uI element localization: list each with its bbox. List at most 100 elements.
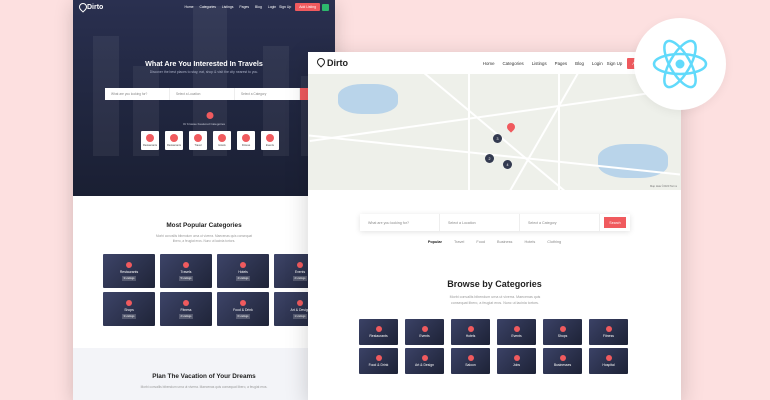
category-tile[interactable]: Hotels 4 Listings (217, 254, 269, 288)
react-logo-badge (634, 18, 726, 110)
map-cluster[interactable]: 2 (485, 154, 494, 163)
location-select[interactable]: Select a Location (170, 88, 235, 100)
tab-popular[interactable]: Popular (428, 240, 442, 244)
popular-subtitle: Morbi convallis bibendum urna ut viverra… (155, 234, 253, 243)
category-tile[interactable]: Hotels (451, 319, 490, 345)
category-tile[interactable]: Shops 3 Listings (103, 292, 155, 326)
map-marker-icon[interactable] (505, 121, 517, 133)
hero-category[interactable]: Travel (189, 131, 207, 150)
category-tile[interactable]: Events (497, 319, 536, 345)
category-icon (297, 299, 303, 306)
hospital-icon (605, 355, 612, 361)
category-tile[interactable]: Art & Design (405, 348, 444, 374)
map-pin-icon (79, 3, 85, 11)
nav-home[interactable]: Home (184, 5, 193, 9)
tab-business[interactable]: Business (497, 240, 512, 244)
map-cluster[interactable]: 3 (493, 134, 502, 143)
nav-blog[interactable]: Blog (575, 61, 584, 66)
browse-subtitle: Morbi convallis bibendum urna ut viverra… (449, 295, 541, 305)
or-text: Or browse Featured Categories (182, 122, 226, 126)
category-icon (183, 299, 189, 306)
category-tabs: Popular Travel Food Business Hotels Clot… (308, 240, 681, 244)
nav-listings[interactable]: Listings (532, 61, 547, 66)
category-tile[interactable]: Fitness (589, 319, 628, 345)
hero-category[interactable]: Restaurants (165, 131, 183, 150)
category-tile[interactable]: Food & Drink 6 Listings (217, 292, 269, 326)
back-screenshot: Dirto Home Categories Listings Pages Blo… (73, 0, 335, 400)
category-tile[interactable]: Travels 5 Listings (160, 254, 212, 288)
category-tile[interactable]: Shops (543, 319, 582, 345)
map-cluster[interactable]: 4 (503, 160, 512, 169)
popular-categories-grid: Restaurants 3 Listings Travels 5 Listings … (103, 254, 326, 326)
signup-link[interactable]: Sign Up (279, 5, 291, 9)
logo[interactable]: Dirto (79, 3, 103, 11)
hotel-icon (218, 134, 226, 142)
popular-title: Most Popular Categories (166, 222, 242, 229)
travel-icon (194, 134, 202, 142)
category-icon (126, 299, 132, 306)
logo[interactable]: Dirto (317, 58, 348, 68)
category-tile[interactable]: Jobs (497, 348, 536, 374)
hero-title: What Are You Interested In Travels (145, 59, 263, 68)
fitness-icon (605, 326, 612, 332)
restaurant-icon (146, 134, 154, 142)
nav-home[interactable]: Home (483, 61, 495, 66)
add-listing-button[interactable]: Add Listing (295, 3, 320, 11)
nav-pages[interactable]: Pages (555, 61, 567, 66)
tab-clothing[interactable]: Clothing (547, 240, 561, 244)
restaurant-icon (170, 134, 178, 142)
hero-category[interactable]: Restaurants (141, 131, 159, 150)
tab-travel[interactable]: Travel (454, 240, 464, 244)
events-icon (421, 326, 428, 332)
food-icon (375, 355, 382, 361)
hero-category[interactable]: Events (261, 131, 279, 150)
events-icon (513, 326, 520, 332)
signup-link[interactable]: Sign Up (607, 61, 623, 66)
business-icon (559, 355, 566, 361)
category-tile[interactable]: Food & Drink (359, 348, 398, 374)
category-select[interactable]: Select a Category (520, 214, 600, 231)
hero-category[interactable]: Fitness (237, 131, 255, 150)
category-tile[interactable]: Events (405, 319, 444, 345)
art-icon (421, 355, 428, 361)
hotel-icon (467, 326, 474, 332)
nav-categories[interactable]: Categories (200, 5, 216, 9)
map-pin-icon (317, 58, 325, 68)
category-tile[interactable]: Restaurants (359, 319, 398, 345)
category-tile[interactable]: Fitness 2 Listings (160, 292, 212, 326)
menu-toggle-button[interactable] (322, 3, 329, 11)
events-icon (266, 134, 274, 142)
hero-category-list: Restaurants Restaurants Travel Hotels Fi… (141, 131, 279, 150)
category-select[interactable]: Select a Category (235, 88, 300, 100)
location-select[interactable]: Select a Location (440, 214, 520, 231)
main-menu: Home Categories Listings Pages Blog (184, 5, 261, 9)
or-badge-icon (206, 112, 214, 119)
category-icon (183, 261, 189, 268)
restaurant-icon (375, 326, 382, 332)
keyword-input[interactable]: What are you looking for? (105, 88, 170, 100)
hero-subtitle: Discover the best places to stay, eat, s… (149, 70, 259, 74)
plan-title: Plan The Vacation of Your Dreams (152, 373, 256, 380)
tab-hotels[interactable]: Hotels (524, 240, 535, 244)
search-button[interactable]: Search (604, 217, 626, 228)
category-tile[interactable]: Hospital (589, 348, 628, 374)
tab-food[interactable]: Food (476, 240, 485, 244)
nav-categories[interactable]: Categories (503, 61, 524, 66)
nav-blog[interactable]: Blog (255, 5, 262, 9)
category-tile[interactable]: Restaurants 3 Listings (103, 254, 155, 288)
login-link[interactable]: Login (268, 5, 276, 9)
login-link[interactable]: Login (592, 61, 603, 66)
nav-pages[interactable]: Pages (239, 5, 249, 9)
listings-map[interactable]: 2 3 4 Map data ©2020 Terms (308, 74, 681, 190)
category-tile[interactable]: Saloon (451, 348, 490, 374)
nav-listings[interactable]: Listings (222, 5, 234, 9)
category-tile[interactable]: Businesses (543, 348, 582, 374)
hero-category[interactable]: Hotels (213, 131, 231, 150)
shop-icon (559, 326, 566, 332)
keyword-input[interactable]: What are you looking for? (360, 214, 440, 231)
react-logo-icon (652, 39, 708, 89)
hero-search-bar: What are you looking for? Select a Locat… (105, 88, 310, 100)
browse-categories-grid: Restaurants Events Hotels Events Shops F… (359, 319, 628, 374)
map-attribution: Map data ©2020 Terms (650, 185, 677, 188)
header-nav: Dirto Home Categories Listings Pages Blo… (308, 52, 681, 74)
